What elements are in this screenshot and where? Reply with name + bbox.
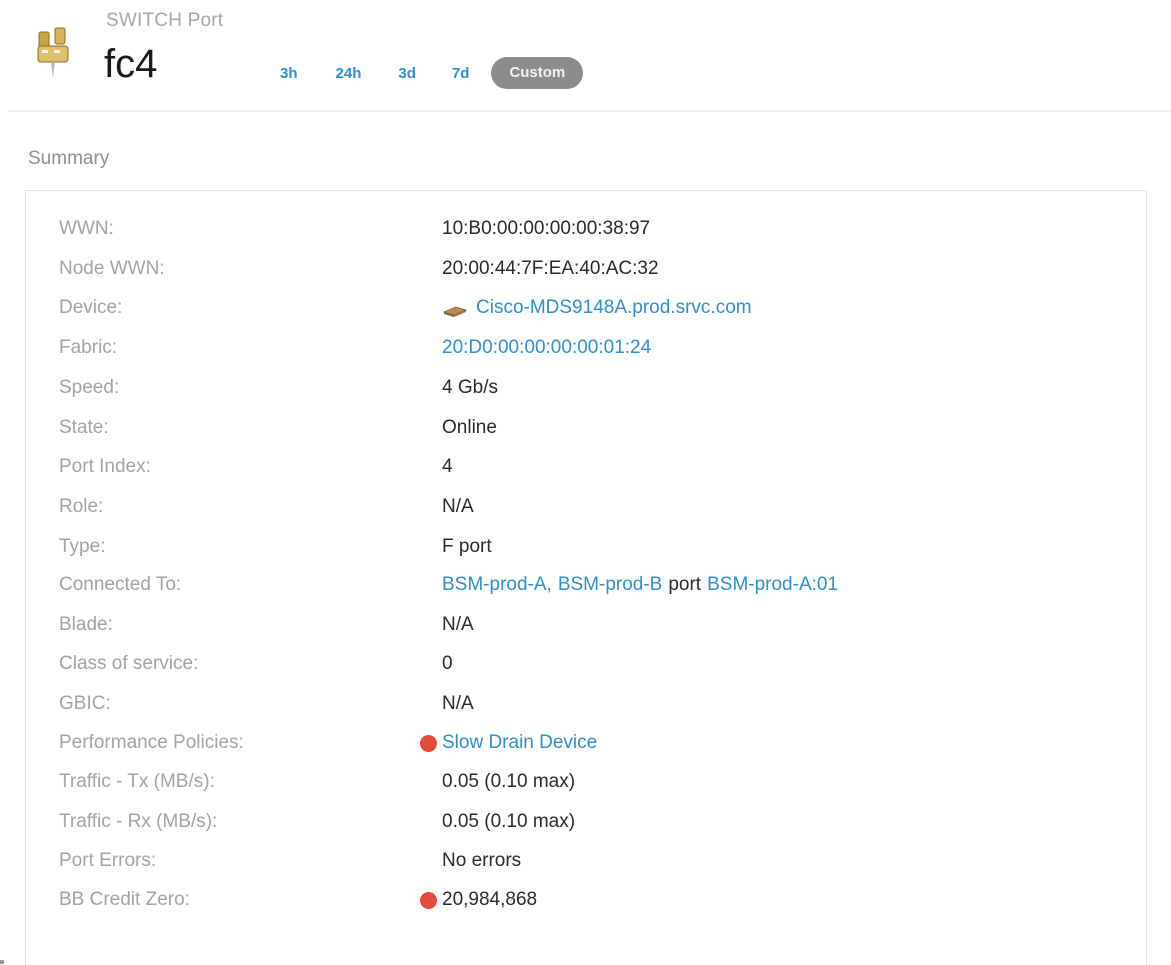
page-title: fc4 (104, 42, 158, 86)
fabric-link[interactable]: 20:D0:00:00:00:00:01:24 (442, 337, 651, 359)
row-fabric: Fabric: 20:D0:00:00:00:00:01:24 (26, 337, 1146, 377)
class-of-service-value: 0 (442, 653, 453, 674)
row-traffic-rx: Traffic - Rx (MB/s): 0.05 (0.10 max) (26, 811, 1146, 851)
row-connected-to: Connected To: BSM-prod-A, BSM-prod-B por… (26, 574, 1146, 614)
wwn-value: 10:B0:00:00:00:00:38:97 (442, 218, 651, 239)
summary-heading: Summary (28, 148, 110, 169)
page-header: SWITCH Port fc4 3h 24h 3d 7d Custom (0, 0, 1171, 110)
type-label: Type: (59, 536, 106, 557)
performance-policies-label: Performance Policies: (59, 732, 244, 753)
range-24h-link[interactable]: 24h (336, 65, 362, 82)
speed-label: Speed: (59, 377, 120, 398)
node-wwn-label: Node WWN: (59, 258, 165, 279)
row-performance-policies: Performance Policies: Slow Drain Device (26, 732, 1146, 772)
state-label: State: (59, 417, 109, 438)
fabric-label: Fabric: (59, 337, 118, 358)
connected-port-text: port (668, 574, 702, 595)
time-range-selector: 3h 24h 3d 7d Custom (272, 57, 584, 89)
gbic-value: N/A (442, 693, 474, 714)
connected-to-value: BSM-prod-A, BSM-prod-B port BSM-prod-A:0… (442, 574, 838, 596)
port-index-value: 4 (442, 456, 453, 477)
traffic-tx-value: 0.05 (0.10 max) (442, 771, 576, 792)
port-errors-value: No errors (442, 850, 522, 871)
role-value: N/A (442, 496, 474, 517)
traffic-tx-label: Traffic - Tx (MB/s): (59, 771, 215, 792)
bb-credit-zero-value: 20,984,868 (420, 889, 559, 911)
blade-value: N/A (442, 614, 474, 635)
connected-port-link[interactable]: BSM-prod-A:01 (707, 574, 838, 596)
alert-indicator-icon (420, 734, 437, 752)
connected-link-bsm-prod-a[interactable]: BSM-prod-A, (442, 574, 552, 596)
wwn-label: WWN: (59, 218, 114, 239)
row-role: Role: N/A (26, 496, 1146, 536)
row-class-of-service: Class of service: 0 (26, 653, 1146, 693)
object-type-label: SWITCH Port (106, 10, 224, 31)
blade-label: Blade: (59, 614, 113, 635)
bb-credit-zero-label: BB Credit Zero: (59, 889, 190, 910)
range-3d-link[interactable]: 3d (398, 65, 416, 82)
row-port-errors: Port Errors: No errors (26, 850, 1146, 890)
header-divider (8, 110, 1171, 112)
traffic-rx-label: Traffic - Rx (MB/s): (59, 811, 218, 832)
role-label: Role: (59, 496, 104, 517)
node-wwn-value: 20:00:44:7F:EA:40:AC:32 (442, 258, 659, 279)
row-bb-credit-zero: BB Credit Zero: 20,984,868 (26, 889, 1146, 929)
device-value: Cisco-MDS9148A.prod.srvc.com (442, 297, 752, 319)
page: SWITCH Port fc4 3h 24h 3d 7d Custom Summ… (0, 0, 1171, 965)
switch-device-icon (442, 302, 468, 317)
device-link[interactable]: Cisco-MDS9148A.prod.srvc.com (476, 297, 752, 319)
row-traffic-tx: Traffic - Tx (MB/s): 0.05 (0.10 max) (26, 771, 1146, 811)
row-type: Type: F port (26, 536, 1146, 576)
row-port-index: Port Index: 4 (26, 456, 1146, 496)
port-index-label: Port Index: (59, 456, 151, 477)
row-node-wwn: Node WWN: 20:00:44:7F:EA:40:AC:32 (26, 258, 1146, 298)
performance-policies-value: Slow Drain Device (420, 732, 619, 754)
row-device: Device: Cisco-MDS9148A.prod.srvc.com (26, 297, 1146, 337)
row-gbic: GBIC: N/A (26, 693, 1146, 733)
slow-drain-device-link[interactable]: Slow Drain Device (442, 732, 597, 754)
state-value: Online (442, 417, 497, 438)
gbic-label: GBIC: (59, 693, 111, 714)
connected-link-bsm-prod-b[interactable]: BSM-prod-B (558, 574, 663, 596)
range-7d-link[interactable]: 7d (452, 65, 470, 82)
type-value: F port (442, 536, 492, 557)
row-speed: Speed: 4 Gb/s (26, 377, 1146, 417)
class-of-service-label: Class of service: (59, 653, 199, 674)
bb-credit-zero-count: 20,984,868 (442, 889, 538, 910)
row-state: State: Online (26, 417, 1146, 457)
switch-port-icon (34, 24, 76, 82)
speed-value: 4 Gb/s (442, 377, 498, 398)
alert-indicator-icon (420, 891, 437, 909)
range-custom-button[interactable]: Custom (491, 57, 584, 89)
row-blade: Blade: N/A (26, 614, 1146, 654)
range-3h-link[interactable]: 3h (280, 65, 298, 82)
traffic-rx-value: 0.05 (0.10 max) (442, 811, 576, 832)
connected-to-label: Connected To: (59, 574, 182, 595)
port-errors-label: Port Errors: (59, 850, 157, 871)
summary-panel: WWN: 10:B0:00:00:00:00:38:97 Node WWN: 2… (25, 190, 1147, 965)
edge-marker (0, 960, 4, 964)
device-label: Device: (59, 297, 123, 318)
row-wwn: WWN: 10:B0:00:00:00:00:38:97 (26, 218, 1146, 258)
